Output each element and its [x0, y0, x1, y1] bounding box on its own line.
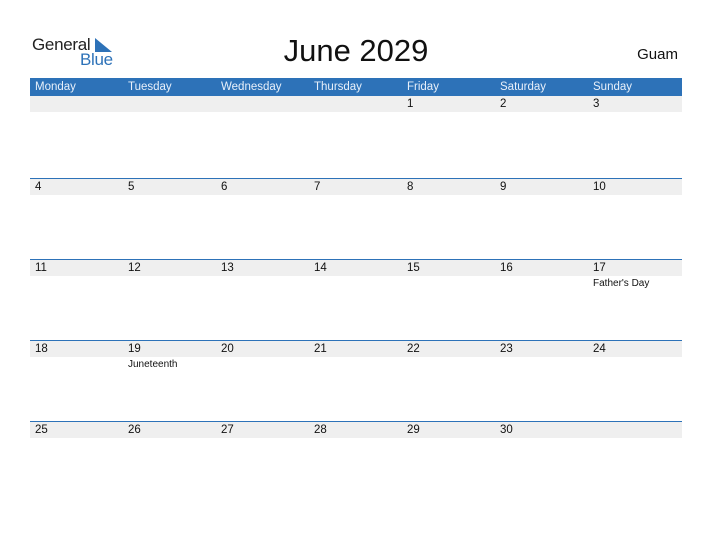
page-title: June 2029 [283, 33, 429, 68]
day-cell: 18 [30, 341, 123, 370]
day-number: 14 [314, 262, 327, 274]
day-number: 13 [221, 262, 234, 274]
day-number: 5 [128, 181, 135, 193]
day-number: 9 [500, 181, 507, 193]
day-cell: 21 [309, 341, 402, 370]
day-cell [30, 96, 123, 112]
day-cell: 24 [588, 341, 681, 370]
day-cell: 10 [588, 179, 681, 195]
day-number: 22 [407, 343, 420, 355]
day-number: 19 [128, 343, 141, 355]
day-number: 29 [407, 424, 420, 436]
day-number: 28 [314, 424, 327, 436]
day-number [593, 422, 681, 438]
day-number: 21 [314, 343, 327, 355]
day-number: 11 [35, 262, 47, 274]
day-number: 24 [593, 343, 606, 355]
day-number: 27 [221, 424, 234, 436]
week-row: 4 5 6 7 8 9 10 [30, 178, 682, 259]
region-label: Guam [637, 46, 678, 63]
day-cell: 9 [495, 179, 588, 195]
day-cell: 2 [495, 96, 588, 112]
day-cell: 19 Juneteenth [123, 341, 216, 370]
day-number: 17 [593, 262, 606, 274]
day-cell: 15 [402, 260, 495, 289]
day-cell: 8 [402, 179, 495, 195]
day-cell: 13 [216, 260, 309, 289]
day-number: 16 [500, 262, 513, 274]
day-cell: 17 Father's Day [588, 260, 681, 289]
week-row: 18 19 Juneteenth 20 21 22 23 24 [30, 340, 682, 421]
day-cell: 6 [216, 179, 309, 195]
day-number: 18 [35, 343, 48, 355]
day-number: 26 [128, 424, 141, 436]
day-cell: 22 [402, 341, 495, 370]
day-cell: 1 [402, 96, 495, 112]
day-cell: 16 [495, 260, 588, 289]
day-number: 8 [407, 181, 414, 193]
day-number: 1 [407, 98, 414, 110]
weekday-tuesday: Tuesday [128, 81, 172, 93]
weekday-thursday: Thursday [314, 81, 362, 93]
day-cell: 29 [402, 422, 495, 438]
day-cell: 4 [30, 179, 123, 195]
day-number [221, 96, 309, 112]
day-cell: 14 [309, 260, 402, 289]
day-cell: 7 [309, 179, 402, 195]
day-number: 4 [35, 181, 42, 193]
day-number: 25 [35, 424, 48, 436]
day-cell: 11 [30, 260, 123, 289]
day-cell: 27 [216, 422, 309, 438]
day-cell [588, 422, 681, 438]
day-number: 20 [221, 343, 234, 355]
day-number: 10 [593, 181, 606, 193]
day-number: 3 [593, 98, 600, 110]
day-cell: 25 [30, 422, 123, 438]
weekday-friday: Friday [407, 81, 439, 93]
holiday-label: Father's Day [593, 278, 650, 289]
day-cell: 5 [123, 179, 216, 195]
day-number: 30 [500, 424, 513, 436]
day-number: 6 [221, 181, 228, 193]
day-number: 2 [500, 98, 507, 110]
weekday-saturday: Saturday [500, 81, 547, 93]
day-number [314, 96, 402, 112]
weekday-header: Monday Tuesday Wednesday Thursday Friday… [30, 78, 682, 96]
day-number: 23 [500, 343, 513, 355]
week-row: 11 12 13 14 15 16 17 Father's Day [30, 259, 682, 340]
day-cell: 30 [495, 422, 588, 438]
day-cell: 23 [495, 341, 588, 370]
day-number: 7 [314, 181, 321, 193]
day-cell: 28 [309, 422, 402, 438]
weekday-sunday: Sunday [593, 81, 633, 93]
day-cell: 20 [216, 341, 309, 370]
week-row: 25 26 27 28 29 30 [30, 421, 682, 502]
calendar-grid: Monday Tuesday Wednesday Thursday Friday… [30, 78, 682, 502]
weekday-wednesday: Wednesday [221, 81, 282, 93]
day-cell: 12 [123, 260, 216, 289]
day-cell [123, 96, 216, 112]
day-number [128, 96, 216, 112]
holiday-label: Juneteenth [128, 359, 178, 370]
day-cell [309, 96, 402, 112]
day-number: 15 [407, 262, 420, 274]
day-number: 12 [128, 262, 141, 274]
day-cell [216, 96, 309, 112]
week-row: 1 2 3 [30, 96, 682, 178]
weekday-monday: Monday [35, 81, 76, 93]
day-cell: 3 [588, 96, 681, 112]
day-number [35, 96, 123, 112]
day-cell: 26 [123, 422, 216, 438]
